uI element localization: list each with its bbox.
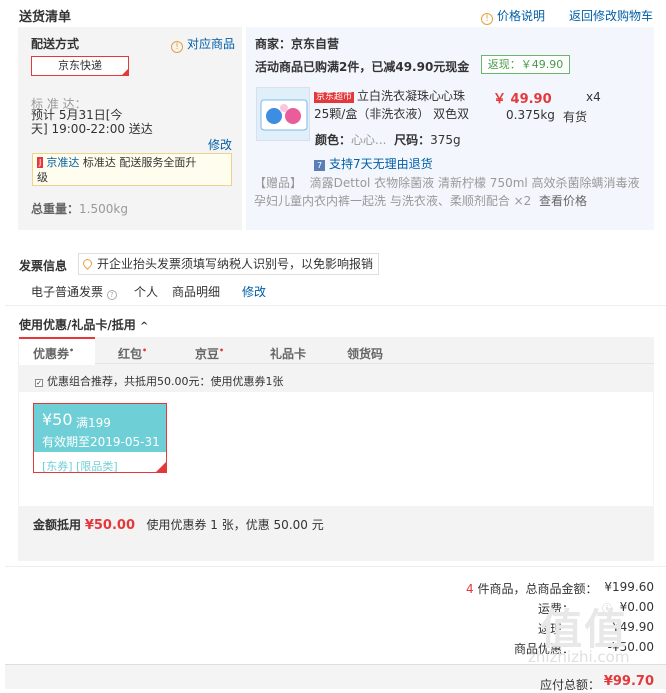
shipping-notice: J 京准达 标准达 配送服务全面升级 (32, 153, 232, 186)
view-price-link[interactable]: 查看价格 (539, 194, 587, 208)
shipping-method-select[interactable]: 京东快递 (31, 56, 129, 76)
gift-info: 【赠品】 滴露Dettol 衣物除菌液 清新柠檬 750ml 高效杀菌除螨消毒液… (254, 176, 640, 208)
invoice-detail: 商品明细 (172, 285, 221, 299)
deduct-row: 金额抵用 ¥50.00 使用优惠券 1 张，优惠 50.00 元 (33, 518, 324, 533)
invoice-modify-link[interactable]: 修改 (242, 283, 266, 300)
coupon-tags: [东券] [限品类] (42, 460, 118, 473)
payable-label: 应付总额： (540, 678, 601, 692)
tab-giftcard[interactable]: 礼品卡 (270, 345, 306, 362)
divider (5, 566, 666, 567)
page-title: 送货清单 (19, 10, 72, 25)
back-to-cart-link[interactable]: 返回修改购物车 (569, 7, 653, 24)
tab-pickupcode[interactable]: 领货码 (347, 345, 383, 362)
payable-value: ¥99.70 (603, 674, 654, 689)
warning-icon: ! (481, 13, 493, 25)
summary-total: ¥199.60 (604, 580, 654, 594)
coupon-amount: ¥50 (42, 410, 73, 429)
tab-coupon[interactable]: 优惠券• (33, 345, 74, 362)
shipping-label: 配送方式 (31, 37, 80, 51)
invoice-person: 个人 (134, 285, 159, 299)
tab-jingdou[interactable]: 京豆• (195, 345, 224, 362)
watermark-url: zhizhizhi.com (528, 648, 630, 666)
summary-count: 4 件商品，总商品金额： (466, 582, 598, 596)
help-icon: ? (106, 290, 117, 300)
product-qty: x4 (586, 90, 601, 104)
jd-badge-icon: J (37, 157, 44, 168)
tab-redpacket[interactable]: 红包• (118, 345, 147, 362)
total-weight: 总重量：1.500kg (31, 202, 128, 216)
modify-shipping-link[interactable]: 修改 (208, 136, 232, 153)
return-policy: 7 支持7天无理由退货 (314, 155, 433, 172)
location-icon (81, 257, 94, 270)
discount-tabs (18, 337, 654, 364)
product-image[interactable] (256, 87, 310, 141)
invoice-title: 发票信息 (19, 259, 68, 273)
coupon-expire: 有效期至2019-05-31 (42, 435, 160, 449)
product-stock: 有货 (563, 110, 588, 124)
product-weight: 0.375kg (506, 108, 555, 122)
return-icon: 7 (314, 160, 325, 171)
invoice-tip: 开企业抬头发票须填写纳税人识别号，以免影响报销 (78, 253, 379, 275)
discount-title[interactable]: 使用优惠/礼品卡/抵用 ^ (19, 316, 148, 333)
invoice-type: 电子普通发票 ? (31, 283, 121, 300)
recommend-row[interactable]: ✓ 优惠组合推荐，共抵用50.00元：使用优惠券1张 (35, 373, 284, 389)
product-price: ￥ 49.90 (493, 92, 552, 107)
cashback-badge: 返现：￥49.90 (481, 55, 570, 74)
product-attrs: 颜色：心心... 尺码：375g (315, 133, 461, 147)
coupon-cond: 满199 (76, 416, 111, 430)
selected-corner-icon (122, 69, 128, 75)
info-icon: ! (171, 41, 183, 53)
coupon-card[interactable]: ¥50 满199 有效期至2019-05-31 [东券] [限品类] (33, 403, 167, 473)
selected-corner-icon (156, 462, 166, 472)
checkbox-icon: ✓ (35, 379, 43, 387)
chevron-up-icon: ^ (139, 321, 149, 332)
price-note-link[interactable]: ! 价格说明 (481, 7, 545, 25)
divider (5, 305, 666, 306)
seller-info: 商家：京东自营 (255, 37, 340, 51)
match-goods-link[interactable]: ! 对应商品 (171, 35, 235, 53)
product-name[interactable]: 京东超市 立白洗衣凝珠心心珠 25颗/盒（非洗衣液） 双色双 (314, 87, 469, 123)
delivery-time: 预计 5月31日[今 天] 19:00-22:00 送达 (31, 108, 153, 136)
promo-text: 活动商品已购满2件，已减49.90元现金 (255, 60, 470, 74)
